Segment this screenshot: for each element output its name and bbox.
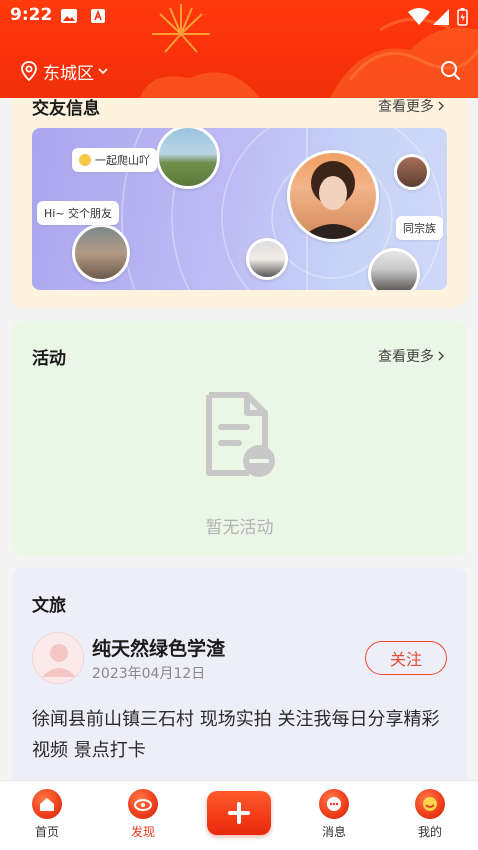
status-time: 9:22: [10, 5, 53, 25]
nav-home[interactable]: 首页: [17, 789, 77, 840]
discover-icon: [128, 789, 158, 819]
post-date: 2023年04月12日: [92, 666, 206, 682]
search-button[interactable]: [436, 56, 464, 84]
friends-more-label: 查看更多: [378, 99, 434, 115]
travel-title: 文旅: [32, 596, 66, 616]
gallery-icon: [61, 9, 77, 23]
avatar-girl[interactable]: [246, 238, 288, 280]
smile-emoji-icon: [79, 154, 91, 166]
portrait-silhouette: [300, 161, 366, 239]
nav-messages[interactable]: 消息: [304, 789, 364, 840]
nav-mine-label: 我的: [417, 825, 442, 839]
profile-icon: [415, 789, 445, 819]
user-placeholder-icon: [42, 644, 76, 677]
home-icon: [32, 789, 62, 819]
avatar-landscape[interactable]: [156, 128, 220, 189]
bubble-same-clan: 同宗族: [396, 216, 443, 240]
author-name[interactable]: 纯天然绿色学渣: [92, 634, 225, 661]
avatar-small[interactable]: [394, 154, 430, 190]
signal-icon: [433, 9, 449, 25]
bubble-hiking-label: 一起爬山吖: [95, 154, 150, 167]
status-bar: 9:22: [0, 0, 478, 32]
avatar-man[interactable]: [72, 224, 130, 282]
post-text[interactable]: 徐闻县前山镇三石村 现场实拍 关注我每日分享精彩视频 景点打卡: [32, 704, 452, 766]
bubble-hiking: 一起爬山吖: [72, 148, 157, 172]
author-avatar[interactable]: [32, 632, 84, 684]
travel-section: 文旅 纯天然绿色学渣 2023年04月12日 关注 徐闻县前山镇三石村 现场实拍…: [12, 568, 467, 808]
bubble-make-friends-label: Hi~ 交个朋友: [44, 207, 113, 220]
activity-more-link[interactable]: 查看更多: [378, 346, 445, 366]
activity-section: 活动 查看更多 暂无活动: [12, 321, 467, 556]
avatar-woman-main[interactable]: [287, 150, 379, 242]
chevron-right-icon: [438, 351, 444, 361]
location-pin-icon: [21, 61, 37, 81]
search-icon: [441, 61, 461, 81]
bubble-same-clan-label: 同宗族: [403, 222, 436, 235]
nav-mine[interactable]: 我的: [400, 789, 460, 840]
battery-icon: [457, 8, 468, 26]
follow-button[interactable]: 关注: [365, 641, 447, 675]
activity-title: 活动: [32, 349, 66, 369]
bottom-nav: 首页 发现 消息 我的: [0, 780, 478, 850]
friends-banner[interactable]: 一起爬山吖 Hi~ 交个朋友 同宗族: [32, 128, 447, 290]
empty-document-icon: [206, 392, 275, 477]
message-icon: [319, 789, 349, 819]
app-notification-icon: [91, 9, 105, 23]
nav-messages-label: 消息: [321, 825, 346, 839]
add-post-button[interactable]: [207, 791, 271, 835]
location-label: 东城区: [43, 63, 94, 84]
empty-activity-label: 暂无活动: [205, 518, 274, 538]
plus-icon: [228, 802, 250, 824]
activity-more-label: 查看更多: [378, 349, 434, 365]
friends-title: 交友信息: [32, 99, 100, 119]
location-selector[interactable]: 东城区: [20, 58, 109, 84]
top-header: 9:22 东城区: [0, 0, 478, 98]
nav-discover-label: 发现: [130, 825, 155, 839]
friends-section: 交友信息 查看更多 一起爬山吖 Hi~ 交个朋友 同宗族: [12, 98, 467, 308]
nav-discover[interactable]: 发现: [113, 789, 173, 840]
wifi-icon: [408, 8, 430, 25]
chevron-down-icon: [98, 68, 108, 75]
bubble-make-friends: Hi~ 交个朋友: [37, 201, 120, 225]
chevron-right-icon: [438, 101, 444, 111]
nav-home-label: 首页: [34, 825, 59, 839]
friends-more-link[interactable]: 查看更多: [378, 98, 445, 116]
